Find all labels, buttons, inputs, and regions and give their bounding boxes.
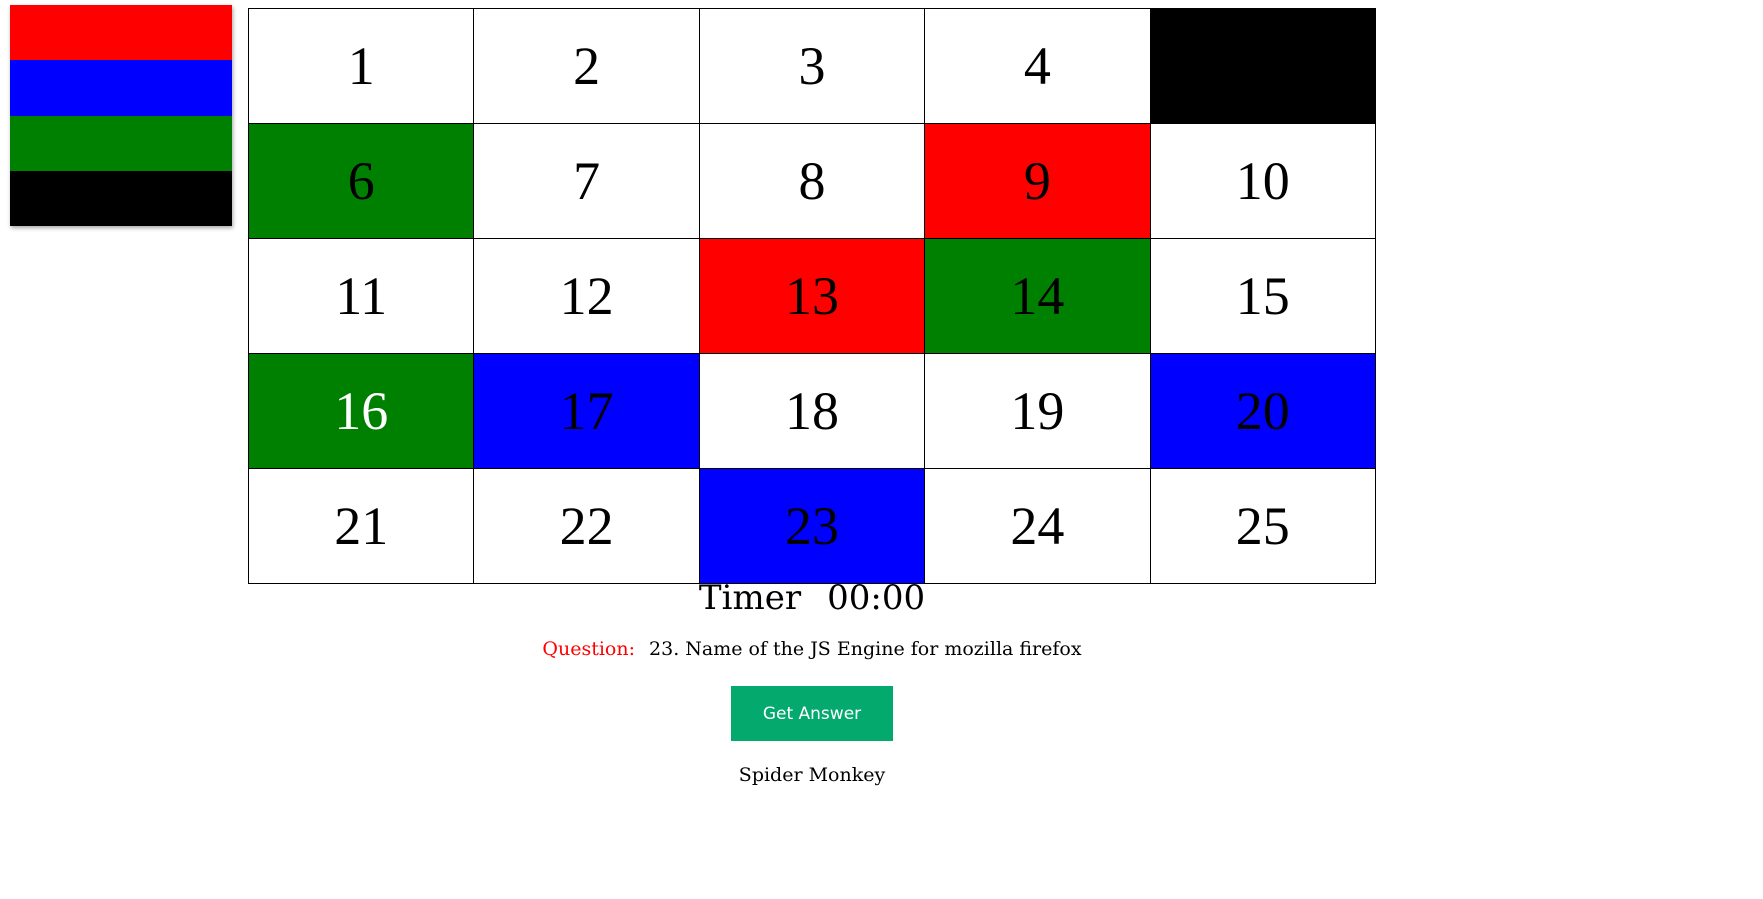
board-cell[interactable]: 23 (698, 468, 926, 584)
board-row: 6 7 8 9 10 (247, 123, 1377, 239)
board-cell[interactable]: 10 (1149, 123, 1377, 239)
board-row: 16 17 18 19 20 (247, 353, 1377, 469)
board-cell[interactable]: 24 (924, 468, 1151, 584)
palette-swatch-green[interactable] (10, 115, 232, 171)
game-page: 1 2 3 4 6 7 8 9 10 11 12 13 14 15 16 17 18 19 20 21 22 23 24 25… (0, 0, 1763, 899)
board-cell[interactable]: 9 (924, 123, 1151, 239)
board-cell[interactable]: 22 (473, 468, 700, 584)
board-cell[interactable]: 25 (1149, 468, 1377, 584)
board-cell[interactable]: 6 (247, 123, 475, 239)
palette-swatch-blue[interactable] (10, 60, 232, 116)
palette-swatch-black[interactable] (10, 170, 232, 226)
board-cell[interactable]: 16 (247, 353, 475, 469)
question-label: Question: (542, 638, 636, 660)
get-answer-button[interactable]: Get Answer (731, 686, 893, 741)
board-cell[interactable]: 12 (473, 238, 700, 354)
board-cell[interactable]: 21 (247, 468, 475, 584)
board-cell[interactable]: 13 (698, 238, 926, 354)
board-cell[interactable]: 11 (247, 238, 475, 354)
color-palette (10, 5, 232, 226)
board-cell[interactable]: 3 (698, 8, 926, 124)
timer: Timer 00:00 (0, 578, 1624, 618)
question-text: 23. Name of the JS Engine for mozilla fi… (649, 638, 1082, 660)
board-cell[interactable]: 19 (924, 353, 1151, 469)
board-cell[interactable]: 15 (1149, 238, 1377, 354)
timer-label: Timer (698, 578, 802, 618)
board-cell[interactable] (1149, 8, 1377, 124)
board-cell[interactable]: 18 (698, 353, 926, 469)
board-cell[interactable]: 7 (473, 123, 700, 239)
board-row: 21 22 23 24 25 (247, 468, 1377, 584)
palette-swatch-red[interactable] (10, 5, 232, 61)
number-board: 1 2 3 4 6 7 8 9 10 11 12 13 14 15 16 17 18 19 20 21 22 23 24 25 (247, 8, 1377, 584)
board-cell[interactable]: 17 (473, 353, 700, 469)
board-cell[interactable]: 8 (698, 123, 926, 239)
board-cell[interactable]: 1 (247, 8, 475, 124)
board-cell[interactable]: 20 (1149, 353, 1377, 469)
board-cell[interactable]: 14 (924, 238, 1151, 354)
answer-text: Spider Monkey (738, 764, 886, 786)
board-row: 11 12 13 14 15 (247, 238, 1377, 354)
board-row: 1234 (247, 8, 1377, 124)
question-line: Question: 23. Name of the JS Engine for m… (0, 638, 1624, 660)
board-cell[interactable]: 2 (473, 8, 700, 124)
board-cell[interactable]: 4 (924, 8, 1151, 124)
timer-value: 00:00 (827, 578, 926, 618)
